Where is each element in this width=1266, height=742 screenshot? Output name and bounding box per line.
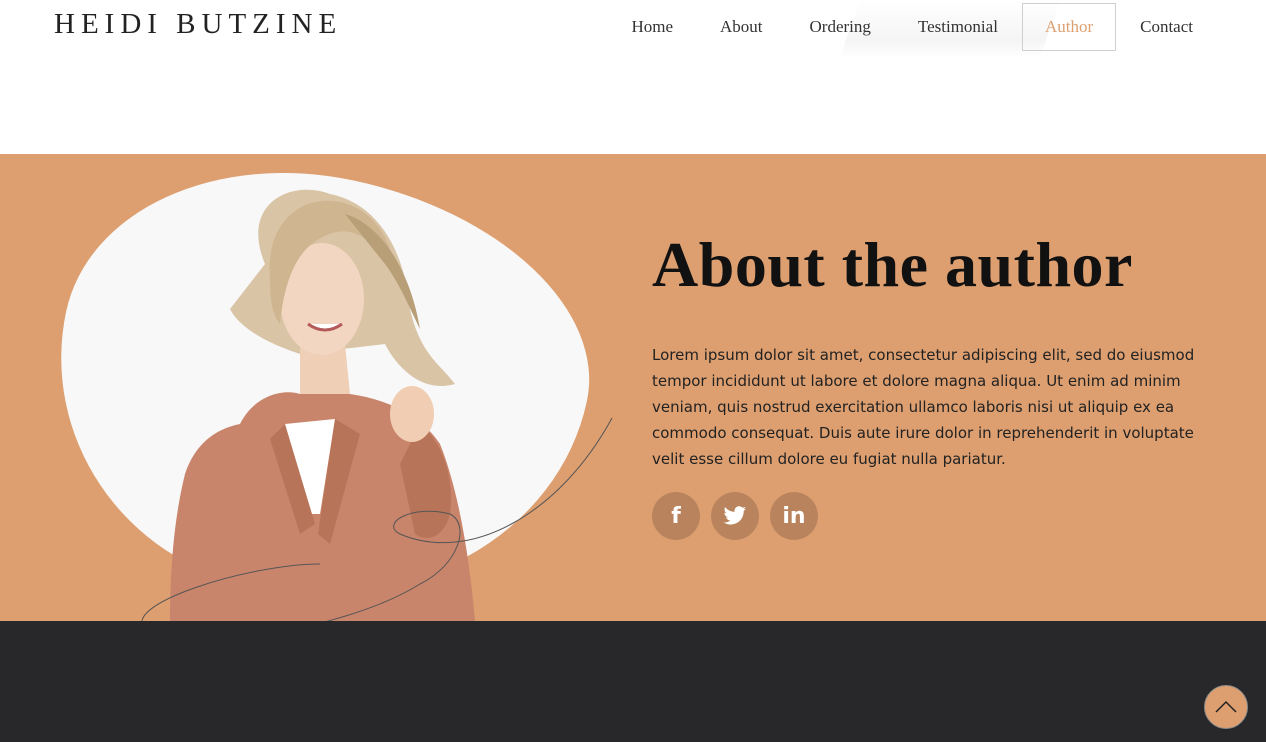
nav-contact[interactable]: Contact	[1117, 3, 1216, 51]
main-nav: Home About Ordering Testimonial Author C…	[607, 3, 1216, 51]
facebook-glyph: f	[671, 503, 681, 529]
back-to-top-button[interactable]	[1204, 685, 1248, 729]
site-footer	[0, 621, 1266, 742]
author-portrait	[141, 189, 613, 621]
linkedin-glyph: in	[782, 503, 806, 529]
chevron-up-icon	[1215, 700, 1237, 713]
author-section: About the author Lorem ipsum dolor sit a…	[0, 154, 1266, 621]
twitter-icon[interactable]	[711, 492, 759, 540]
author-bio: Lorem ipsum dolor sit amet, consectetur …	[652, 346, 1195, 468]
social-links: f in	[652, 492, 829, 540]
author-title: About the author	[652, 229, 1133, 300]
facebook-icon[interactable]: f	[652, 492, 700, 540]
nav-testimonial[interactable]: Testimonial	[895, 3, 1021, 51]
nav-about[interactable]: About	[697, 3, 786, 51]
nav-ordering[interactable]: Ordering	[787, 3, 894, 51]
site-header: HEIDI BUTZINE Home About Ordering Testim…	[0, 0, 1266, 154]
linkedin-icon[interactable]: in	[770, 492, 818, 540]
nav-author[interactable]: Author	[1021, 3, 1117, 51]
twitter-bird	[723, 506, 746, 525]
site-logo[interactable]: HEIDI BUTZINE	[54, 8, 342, 41]
nav-home[interactable]: Home	[608, 3, 696, 51]
